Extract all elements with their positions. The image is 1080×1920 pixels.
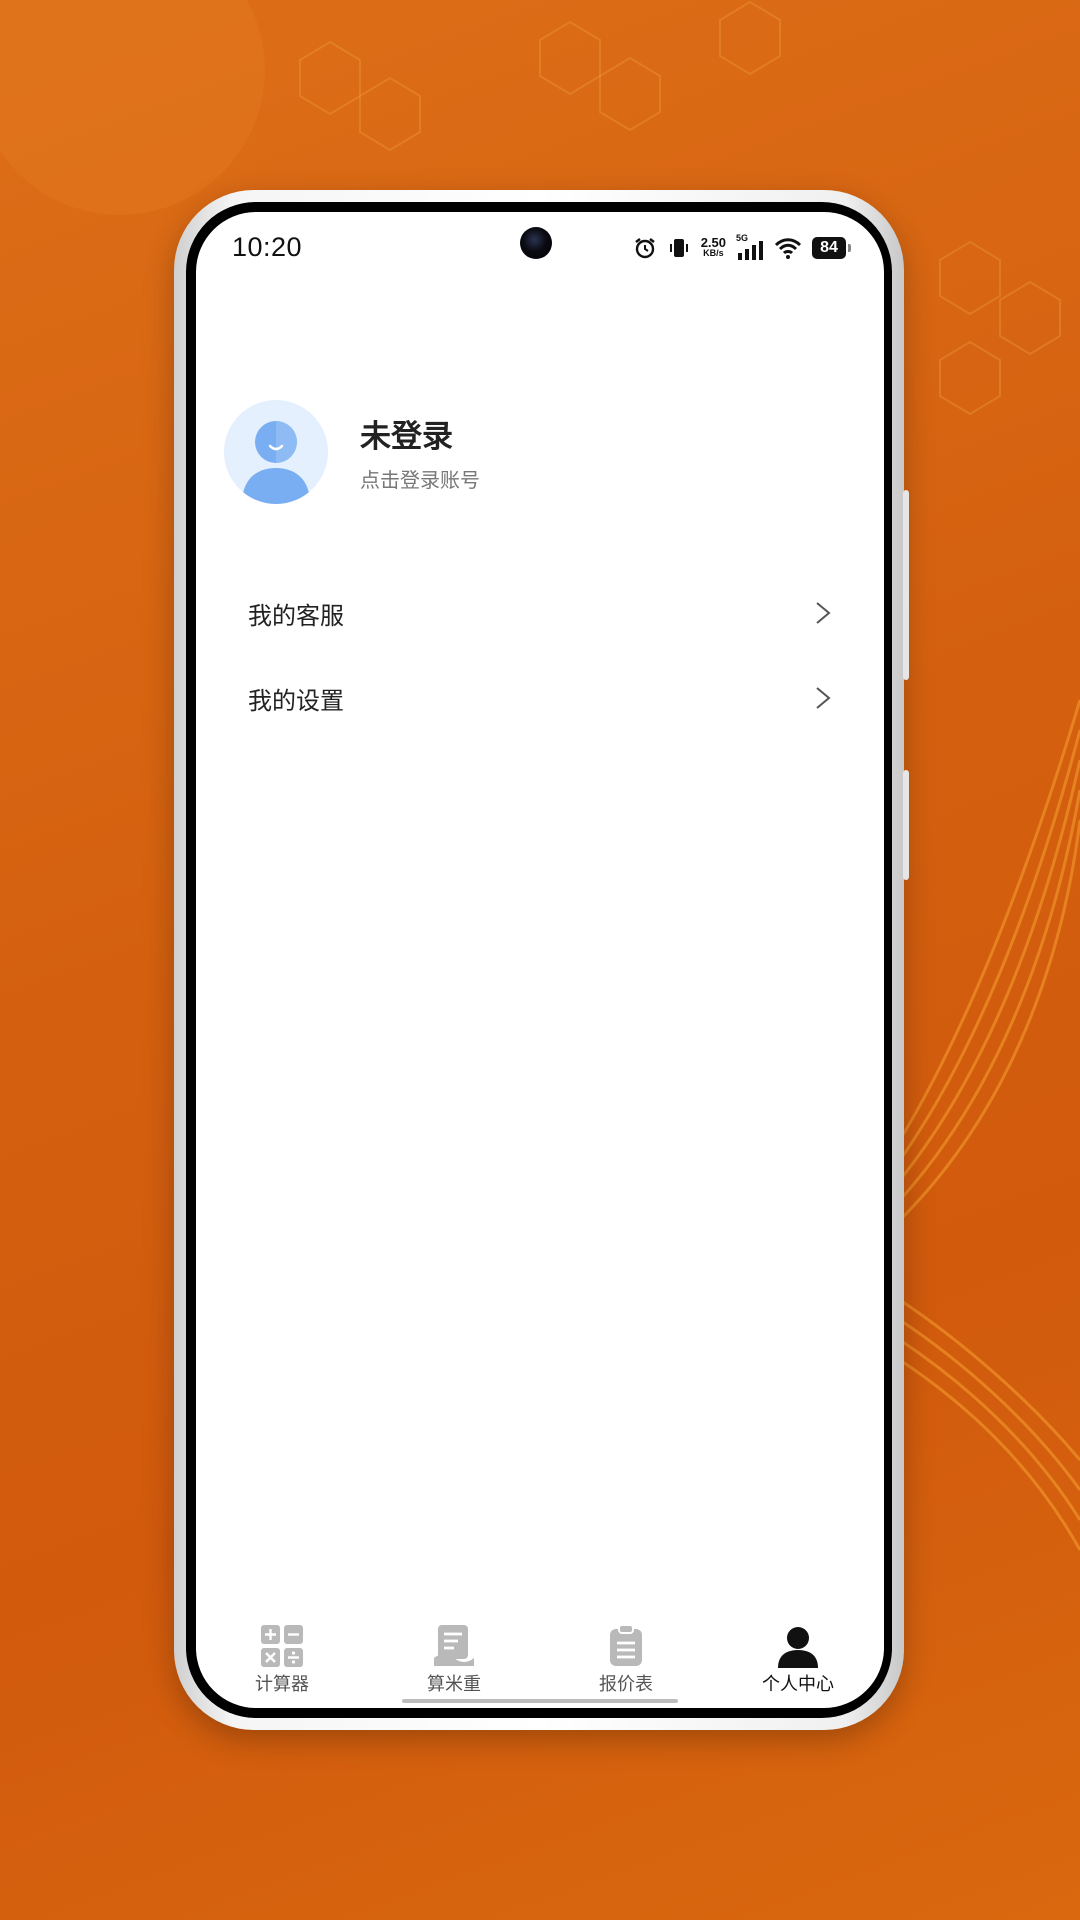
login-prompt-text[interactable]: 点击登录账号	[360, 464, 480, 493]
status-icons: 2.50 KB/s 5G 84	[633, 232, 851, 264]
avatar[interactable]	[224, 400, 328, 504]
tab-label: 计算器	[255, 1674, 309, 1695]
tab-personal-center[interactable]: 个人中心	[712, 1624, 884, 1708]
menu-item-label: 我的设置	[248, 686, 344, 715]
tab-price-list[interactable]: 报价表	[540, 1624, 712, 1708]
network-speed-unit: KB/s	[703, 248, 724, 258]
person-icon	[778, 1627, 818, 1668]
alarm-icon	[634, 238, 655, 259]
default-avatar-icon	[242, 421, 310, 504]
battery-indicator: 84	[812, 237, 851, 259]
vibrate-icon	[669, 239, 688, 257]
cellular-signal: 5G	[736, 233, 764, 261]
wifi-icon	[774, 238, 802, 259]
login-status-title: 未登录	[360, 419, 453, 455]
phone-screen: 10:20 2.50 KB/s 5G 84 未登录 点击登录账号 我的客服 我的…	[196, 212, 884, 1708]
network-speed: 2.50 KB/s	[700, 235, 726, 259]
clipboard-icon	[610, 1624, 642, 1666]
power-button	[903, 770, 909, 880]
tab-calculator[interactable]: 计算器	[196, 1624, 368, 1708]
document-icon	[434, 1625, 474, 1666]
menu-item-customer-service[interactable]: 我的客服	[248, 583, 834, 643]
front-camera	[520, 227, 552, 259]
status-time: 10:20	[232, 232, 303, 262]
bottom-tab-bar: 计算器 算米重 报价表 个人中心	[196, 1624, 884, 1708]
tab-label: 个人中心	[762, 1674, 834, 1695]
tab-label: 报价表	[599, 1674, 653, 1695]
menu-item-settings[interactable]: 我的设置	[248, 668, 834, 728]
chevron-right-icon	[816, 687, 831, 709]
login-profile-card[interactable]: 未登录 点击登录账号	[224, 400, 844, 504]
network-speed-value: 2.50	[700, 235, 726, 250]
chevron-right-icon	[816, 602, 831, 624]
tab-label: 算米重	[427, 1674, 481, 1695]
volume-button	[903, 490, 909, 680]
calculator-icon	[261, 1625, 303, 1667]
tab-weight-calc[interactable]: 算米重	[368, 1624, 540, 1708]
home-indicator[interactable]	[402, 1699, 678, 1703]
menu-item-label: 我的客服	[248, 601, 344, 630]
signal-bars-icon	[738, 241, 763, 260]
